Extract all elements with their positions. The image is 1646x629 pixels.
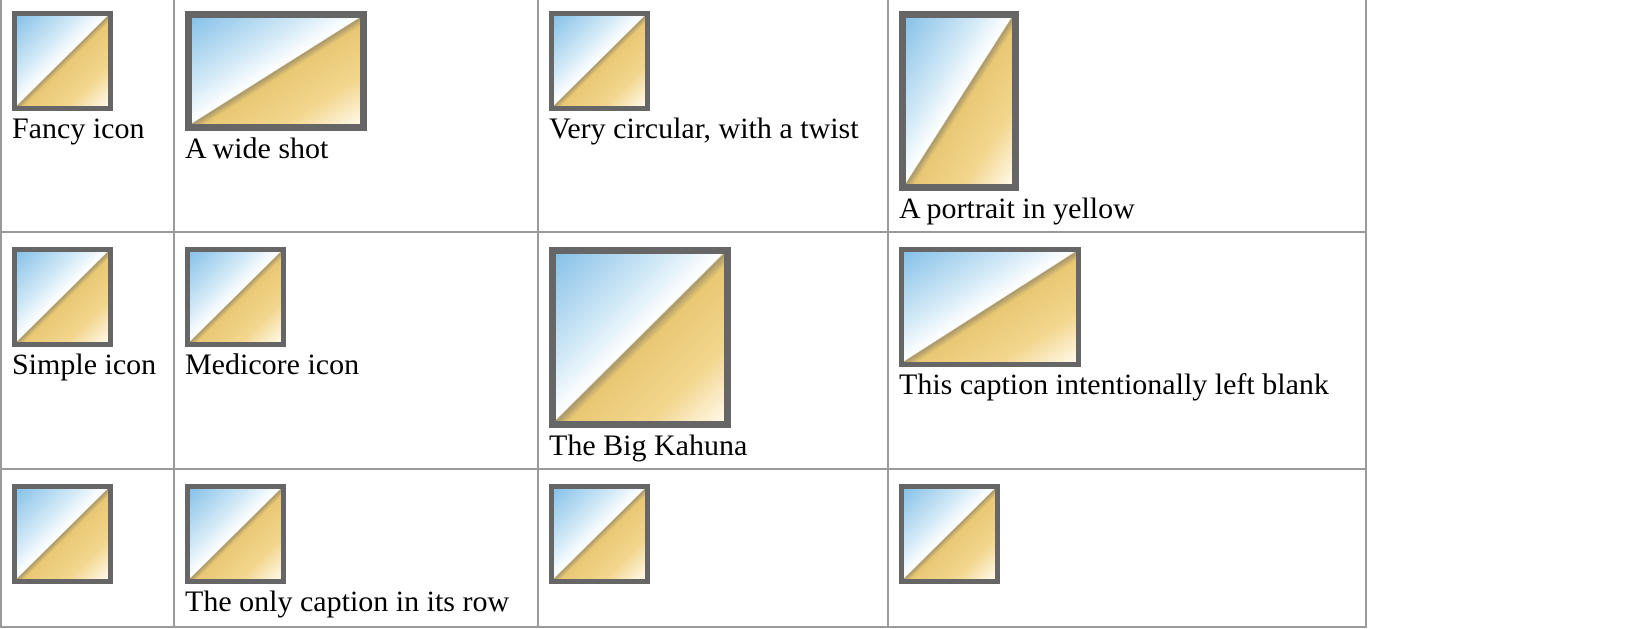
thumbnail-caption: The only caption in its row bbox=[185, 585, 510, 618]
icon-thumbnail-image[interactable] bbox=[185, 247, 286, 347]
portrait-thumbnail-image[interactable] bbox=[899, 11, 1019, 191]
icon-thumbnail-image[interactable] bbox=[899, 484, 1000, 584]
gallery-cell: Fancy icon bbox=[0, 0, 175, 233]
gallery-cell: A wide shot bbox=[173, 0, 539, 233]
icon-thumbnail-image[interactable] bbox=[12, 247, 113, 347]
thumbnail-caption: A wide shot bbox=[185, 132, 329, 165]
gallery-row: Fancy icon A wide shot Very circular, wi… bbox=[0, 0, 1367, 233]
thumbnail-caption: A portrait in yellow bbox=[899, 192, 1135, 225]
large-thumbnail-image[interactable] bbox=[549, 247, 731, 428]
thumbnail-caption: Very circular, with a twist bbox=[549, 112, 859, 145]
gallery-cell: This caption intentionally left blank bbox=[887, 231, 1367, 470]
gallery-cell: A portrait in yellow bbox=[887, 0, 1367, 233]
icon-thumbnail-image[interactable] bbox=[549, 484, 650, 584]
gallery-cell: Medicore icon bbox=[173, 231, 539, 470]
thumbnail-caption: Simple icon bbox=[12, 348, 157, 381]
gallery-cell: The only caption in its row bbox=[173, 468, 539, 628]
wide-thumbnail-image[interactable] bbox=[185, 11, 367, 131]
wide-thumbnail-image[interactable] bbox=[899, 247, 1081, 367]
gallery-cell: The Big Kahuna bbox=[537, 231, 889, 470]
icon-thumbnail-image[interactable] bbox=[12, 484, 113, 584]
thumbnail-caption: The Big Kahuna bbox=[549, 429, 748, 462]
gallery-row: The only caption in its row bbox=[0, 468, 1367, 628]
gallery-row: Simple icon Medicore icon The Big Kahuna… bbox=[0, 231, 1367, 470]
gallery-cell bbox=[0, 468, 175, 628]
icon-thumbnail-image[interactable] bbox=[185, 484, 286, 584]
thumbnail-caption: This caption intentionally left blank bbox=[899, 368, 1329, 401]
circular-thumbnail-image[interactable] bbox=[549, 11, 650, 111]
gallery-cell: Simple icon bbox=[0, 231, 175, 470]
gallery-cell bbox=[537, 468, 889, 628]
gallery-cell bbox=[887, 468, 1367, 628]
thumbnail-caption: Fancy icon bbox=[12, 112, 145, 145]
thumbnail-caption: Medicore icon bbox=[185, 348, 360, 381]
icon-thumbnail-image[interactable] bbox=[12, 11, 113, 111]
image-gallery-table: Fancy icon A wide shot Very circular, wi… bbox=[0, 0, 1367, 628]
gallery-cell: Very circular, with a twist bbox=[537, 0, 889, 233]
